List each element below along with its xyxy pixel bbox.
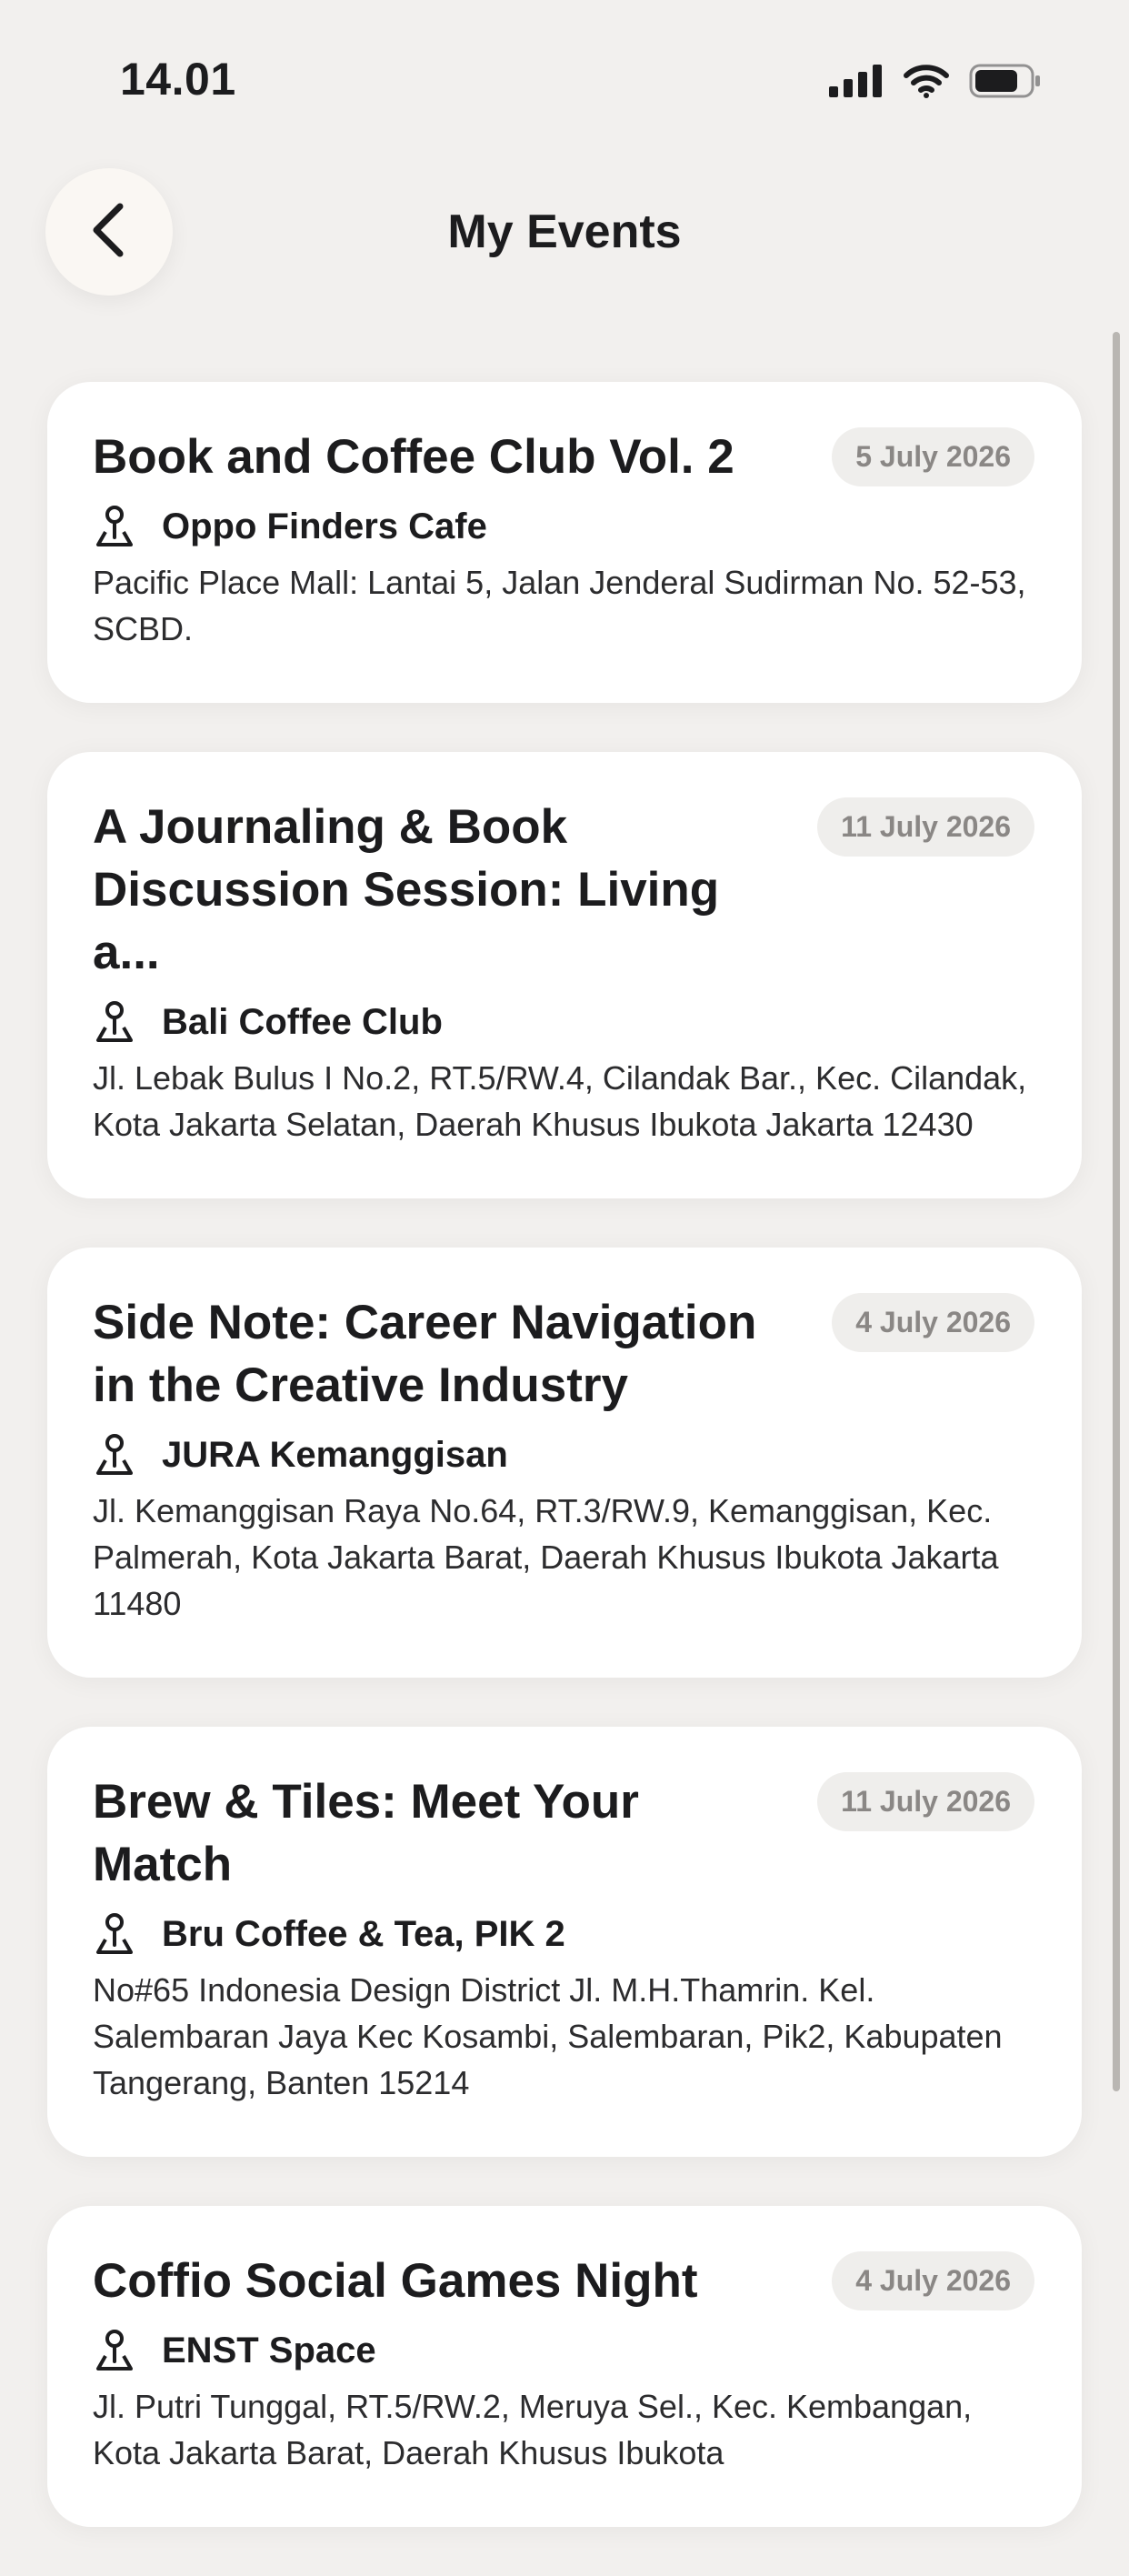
venue-address: Jl. Kemanggisan Raya No.64, RT.3/RW.9, K… [93, 1492, 999, 1622]
venue-name: JURA Kemanggisan [162, 1434, 508, 1475]
date-badge: 4 July 2026 [832, 2251, 1034, 2310]
event-title: Book and Coffee Club Vol. 2 [93, 430, 734, 484]
map-pin-icon [93, 2329, 136, 2372]
event-card[interactable]: Brew & Tiles: Meet Your Match 11 July 20… [47, 1727, 1082, 2157]
venue-address: Jl. Putri Tunggal, RT.5/RW.2, Meruya Sel… [93, 2388, 973, 2471]
venue-name: Bali Coffee Club [162, 1001, 443, 1042]
event-title: Brew & Tiles: Meet Your Match [93, 1775, 639, 1891]
map-pin-icon [93, 1912, 136, 1956]
status-bar: 14.01 [0, 0, 1129, 164]
date-badge: 11 July 2026 [817, 797, 1034, 857]
map-pin-icon [93, 1433, 136, 1477]
venue-address: No#65 Indonesia Design District Jl. M.H.… [93, 1971, 1003, 2101]
wifi-icon [904, 64, 949, 103]
event-card[interactable]: Book and Coffee Club Vol. 2 5 July 2026 … [47, 382, 1082, 703]
events-list: Book and Coffee Club Vol. 2 5 July 2026 … [47, 382, 1082, 2576]
map-pin-icon [93, 505, 136, 548]
venue-address: Jl. Lebak Bulus I No.2, RT.5/RW.4, Cilan… [93, 1059, 1027, 1143]
date-badge: 4 July 2026 [832, 1293, 1034, 1352]
event-card[interactable]: A Journaling & Book Discussion Session: … [47, 752, 1082, 1198]
header: My Events [0, 168, 1129, 296]
status-time: 14.01 [120, 54, 236, 105]
venue-name: Bru Coffee & Tea, PIK 2 [162, 1913, 565, 1954]
date-badge: 11 July 2026 [817, 1772, 1034, 1831]
status-icons [829, 64, 1042, 103]
venue-address: Pacific Place Mall: Lantai 5, Jalan Jend… [93, 564, 1026, 647]
page-title: My Events [447, 205, 682, 258]
event-card[interactable]: Side Note: Career Navigation in the Crea… [47, 1248, 1082, 1678]
venue-name: Oppo Finders Cafe [162, 506, 487, 546]
event-title: Side Note: Career Navigation in the Crea… [93, 1296, 757, 1412]
venue-name: ENST Space [162, 2330, 376, 2371]
event-card[interactable]: Coffio Social Games Night 4 July 2026 EN… [47, 2206, 1082, 2527]
date-badge: 5 July 2026 [832, 427, 1034, 486]
cellular-signal-icon [829, 65, 884, 102]
map-pin-icon [93, 1000, 136, 1044]
battery-icon [969, 64, 1042, 103]
scrollbar[interactable] [1113, 332, 1120, 2091]
event-title: Coffio Social Games Night [93, 2254, 698, 2308]
event-title: A Journaling & Book Discussion Session: … [93, 800, 720, 979]
